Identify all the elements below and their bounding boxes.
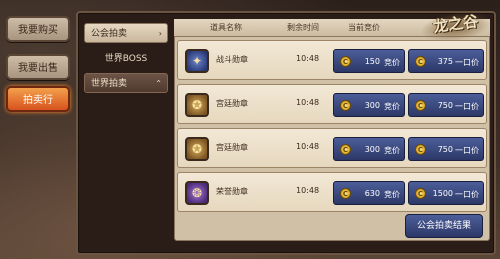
item-name: 宫廷勋章 — [216, 143, 248, 152]
item-time: 10:48 — [296, 186, 320, 195]
table-row: ✪ 宫廷勋章 10:48 C 300 竞价 C 750 一口价 — [177, 84, 487, 124]
bid-button[interactable]: C 300 竞价 — [333, 93, 405, 117]
battle-medal-icon[interactable]: ✦ — [185, 49, 209, 73]
bid-amount: 300 — [364, 145, 380, 154]
coin-icon: C — [340, 144, 351, 155]
bid-amount: 150 — [364, 57, 380, 66]
court-medal-icon[interactable]: ✪ — [185, 93, 209, 117]
column-item-name: 道具名称 — [210, 23, 242, 32]
item-time: 10:48 — [296, 98, 320, 107]
guild-auction-results-button[interactable]: 公会拍卖结果 — [405, 214, 483, 238]
court-medal-icon[interactable]: ✪ — [185, 137, 209, 161]
buyout-label: 一口价 — [455, 190, 479, 199]
buyout-label: 一口价 — [455, 58, 479, 67]
item-name: 战斗勋章 — [216, 55, 248, 64]
chevron-right-icon: › — [158, 29, 162, 38]
bid-label: 竞价 — [384, 190, 400, 199]
category-label: 世界拍卖 — [91, 79, 128, 89]
item-time: 10:48 — [296, 142, 320, 151]
bid-label: 竞价 — [384, 146, 400, 155]
coin-icon: C — [340, 56, 351, 67]
sell-menu-button[interactable]: 我要出售 — [6, 54, 70, 80]
buyout-button[interactable]: C 750 一口价 — [408, 93, 484, 117]
honor-medal-icon[interactable]: ❂ — [185, 181, 209, 205]
table-row: ✪ 宫廷勋章 10:48 C 300 竞价 C 750 一口价 — [177, 128, 487, 168]
item-name: 荣誉勋章 — [216, 187, 248, 196]
buyout-amount: 750 — [437, 145, 453, 154]
chevron-up-icon: ⌃ — [155, 79, 162, 88]
coin-icon: C — [415, 188, 426, 199]
table-row: ❂ 荣誉勋章 10:48 C 630 竞价 C 1500 一口价 — [177, 172, 487, 212]
coin-icon: C — [415, 56, 426, 67]
category-guild-auction[interactable]: 公会拍卖 › — [84, 23, 168, 43]
bid-label: 竞价 — [384, 102, 400, 111]
buyout-amount: 750 — [437, 101, 453, 110]
category-world-boss[interactable]: 世界BOSS — [84, 49, 168, 69]
buy-menu-button[interactable]: 我要购买 — [6, 16, 70, 42]
buyout-button[interactable]: C 1500 一口价 — [408, 181, 484, 205]
coin-icon: C — [340, 100, 351, 111]
buyout-amount: 375 — [437, 57, 453, 66]
coin-icon: C — [415, 144, 426, 155]
bid-amount: 630 — [364, 189, 380, 198]
table-row: ✦ 战斗勋章 10:48 C 150 竞价 C 375 一口价 — [177, 40, 487, 80]
category-label: 公会拍卖 — [91, 29, 128, 39]
bid-button[interactable]: C 300 竞价 — [333, 137, 405, 161]
item-time: 10:48 — [296, 54, 320, 63]
buyout-label: 一口价 — [455, 102, 479, 111]
column-current-bid: 当前竞价 — [348, 23, 380, 32]
bid-button[interactable]: C 630 竞价 — [333, 181, 405, 205]
buyout-amount: 1500 — [432, 189, 453, 198]
item-name: 宫廷勋章 — [216, 99, 248, 108]
buyout-button[interactable]: C 375 一口价 — [408, 49, 484, 73]
buyout-label: 一口价 — [455, 146, 479, 155]
category-world-auction[interactable]: 世界拍卖 ⌃ — [84, 73, 168, 93]
buyout-button[interactable]: C 750 一口价 — [408, 137, 484, 161]
coin-icon: C — [415, 100, 426, 111]
coin-icon: C — [340, 188, 351, 199]
category-label: 世界BOSS — [104, 54, 148, 64]
bid-button[interactable]: C 150 竞价 — [333, 49, 405, 73]
bid-label: 竞价 — [384, 58, 400, 67]
auction-house-menu-button[interactable]: 拍卖行 — [6, 86, 70, 112]
column-remaining-time: 剩余时间 — [287, 23, 319, 32]
bid-amount: 300 — [364, 101, 380, 110]
